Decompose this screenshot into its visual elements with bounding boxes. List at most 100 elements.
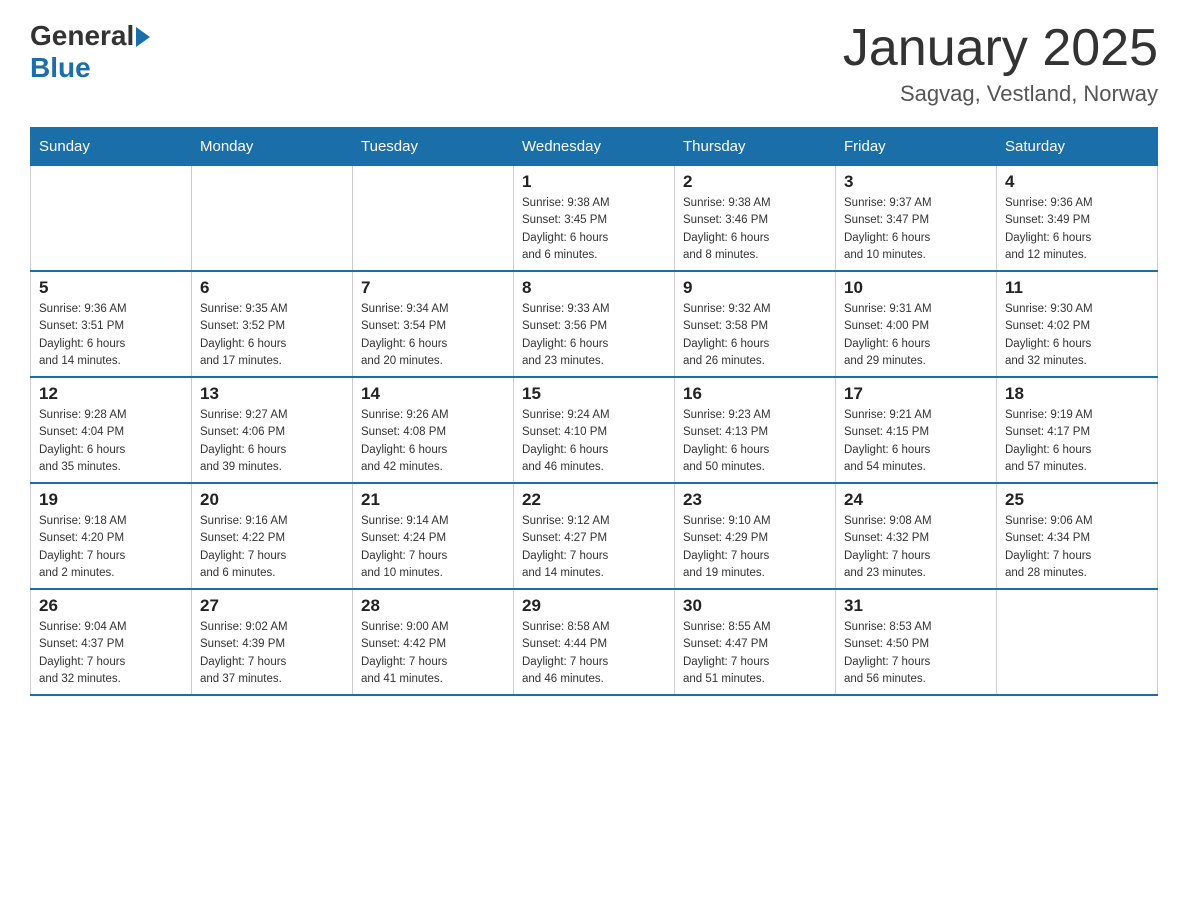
day-number: 17 <box>844 384 988 404</box>
day-number: 29 <box>522 596 666 616</box>
calendar-day: 23 Sunrise: 9:10 AM Sunset: 4:29 PM Dayli… <box>675 483 836 589</box>
day-info: Sunrise: 9:23 AM Sunset: 4:13 PM Dayligh… <box>683 407 827 476</box>
logo-blue: Blue <box>30 52 150 84</box>
day-number: 18 <box>1005 384 1149 404</box>
calendar-day: 15 Sunrise: 9:24 AM Sunset: 4:10 PM Dayli… <box>514 377 675 483</box>
logo-arrow-icon <box>136 27 150 47</box>
day-number: 27 <box>200 596 344 616</box>
calendar-day: 24Sunrise: 9:08 AM Sunset: 4:32 PM Dayli… <box>836 483 997 589</box>
calendar-day: 4Sunrise: 9:36 AM Sunset: 3:49 PM Daylig… <box>997 166 1158 272</box>
location-subtitle: Sagvag, Vestland, Norway <box>843 81 1158 107</box>
day-info: Sunrise: 9:38 AM Sunset: 3:46 PM Dayligh… <box>683 195 827 264</box>
day-number: 12 <box>39 384 183 404</box>
day-number: 31 <box>844 596 988 616</box>
day-info: Sunrise: 9:26 AM Sunset: 4:08 PM Dayligh… <box>361 407 505 476</box>
day-number: 20 <box>200 490 344 510</box>
calendar-day <box>192 166 353 272</box>
calendar-day: 30 Sunrise: 8:55 AM Sunset: 4:47 PM Dayli… <box>675 589 836 695</box>
calendar-day: 5 Sunrise: 9:36 AM Sunset: 3:51 PM Daylig… <box>31 271 192 377</box>
calendar-day: 3 Sunrise: 9:37 AM Sunset: 3:47 PM Daylig… <box>836 166 997 272</box>
day-info: Sunrise: 8:58 AM Sunset: 4:44 PM Dayligh… <box>522 619 666 688</box>
day-info: Sunrise: 9:33 AM Sunset: 3:56 PM Dayligh… <box>522 301 666 370</box>
day-info: Sunrise: 9:10 AM Sunset: 4:29 PM Dayligh… <box>683 513 827 582</box>
day-number: 23 <box>683 490 827 510</box>
day-info: Sunrise: 9:18 AM Sunset: 4:20 PM Dayligh… <box>39 513 183 582</box>
calendar-week-1: 1 Sunrise: 9:38 AM Sunset: 3:45 PM Daylig… <box>31 166 1158 272</box>
calendar-day: 18 Sunrise: 9:19 AM Sunset: 4:17 PM Dayli… <box>997 377 1158 483</box>
day-info: Sunrise: 9:00 AM Sunset: 4:42 PM Dayligh… <box>361 619 505 688</box>
header-cell-thursday: Thursday <box>675 128 836 166</box>
calendar-day: 17 Sunrise: 9:21 AM Sunset: 4:15 PM Dayli… <box>836 377 997 483</box>
header-cell-wednesday: Wednesday <box>514 128 675 166</box>
logo: General Blue <box>30 20 150 84</box>
day-number: 25 <box>1005 490 1149 510</box>
calendar-day: 9Sunrise: 9:32 AM Sunset: 3:58 PM Daylig… <box>675 271 836 377</box>
day-number: 14 <box>361 384 505 404</box>
day-info: Sunrise: 9:12 AM Sunset: 4:27 PM Dayligh… <box>522 513 666 582</box>
calendar-day: 1 Sunrise: 9:38 AM Sunset: 3:45 PM Daylig… <box>514 166 675 272</box>
day-info: Sunrise: 9:36 AM Sunset: 3:51 PM Dayligh… <box>39 301 183 370</box>
title-block: January 2025 Sagvag, Vestland, Norway <box>843 20 1158 107</box>
day-number: 11 <box>1005 278 1149 298</box>
day-number: 19 <box>39 490 183 510</box>
header-cell-sunday: Sunday <box>31 128 192 166</box>
day-number: 3 <box>844 172 988 192</box>
calendar-day: 29 Sunrise: 8:58 AM Sunset: 4:44 PM Dayli… <box>514 589 675 695</box>
calendar-day: 10 Sunrise: 9:31 AM Sunset: 4:00 PM Dayli… <box>836 271 997 377</box>
calendar-day: 8 Sunrise: 9:33 AM Sunset: 3:56 PM Daylig… <box>514 271 675 377</box>
calendar-day: 22Sunrise: 9:12 AM Sunset: 4:27 PM Dayli… <box>514 483 675 589</box>
calendar-day: 7 Sunrise: 9:34 AM Sunset: 3:54 PM Daylig… <box>353 271 514 377</box>
calendar-day: 11Sunrise: 9:30 AM Sunset: 4:02 PM Dayli… <box>997 271 1158 377</box>
day-info: Sunrise: 9:34 AM Sunset: 3:54 PM Dayligh… <box>361 301 505 370</box>
day-info: Sunrise: 8:55 AM Sunset: 4:47 PM Dayligh… <box>683 619 827 688</box>
calendar-day: 16 Sunrise: 9:23 AM Sunset: 4:13 PM Dayli… <box>675 377 836 483</box>
calendar-day: 21Sunrise: 9:14 AM Sunset: 4:24 PM Dayli… <box>353 483 514 589</box>
calendar-day: 26 Sunrise: 9:04 AM Sunset: 4:37 PM Dayli… <box>31 589 192 695</box>
day-number: 28 <box>361 596 505 616</box>
header-cell-friday: Friday <box>836 128 997 166</box>
day-number: 16 <box>683 384 827 404</box>
day-number: 10 <box>844 278 988 298</box>
month-title: January 2025 <box>843 20 1158 77</box>
day-info: Sunrise: 9:14 AM Sunset: 4:24 PM Dayligh… <box>361 513 505 582</box>
day-number: 26 <box>39 596 183 616</box>
day-info: Sunrise: 9:36 AM Sunset: 3:49 PM Dayligh… <box>1005 195 1149 264</box>
day-number: 8 <box>522 278 666 298</box>
calendar-week-2: 5 Sunrise: 9:36 AM Sunset: 3:51 PM Daylig… <box>31 271 1158 377</box>
calendar-day: 20 Sunrise: 9:16 AM Sunset: 4:22 PM Dayli… <box>192 483 353 589</box>
day-info: Sunrise: 9:31 AM Sunset: 4:00 PM Dayligh… <box>844 301 988 370</box>
day-info: Sunrise: 9:19 AM Sunset: 4:17 PM Dayligh… <box>1005 407 1149 476</box>
day-info: Sunrise: 8:53 AM Sunset: 4:50 PM Dayligh… <box>844 619 988 688</box>
calendar-day: 12Sunrise: 9:28 AM Sunset: 4:04 PM Dayli… <box>31 377 192 483</box>
day-info: Sunrise: 9:24 AM Sunset: 4:10 PM Dayligh… <box>522 407 666 476</box>
page-header: General Blue January 2025 Sagvag, Vestla… <box>30 20 1158 107</box>
header-cell-monday: Monday <box>192 128 353 166</box>
calendar-day: 28 Sunrise: 9:00 AM Sunset: 4:42 PM Dayli… <box>353 589 514 695</box>
day-info: Sunrise: 9:04 AM Sunset: 4:37 PM Dayligh… <box>39 619 183 688</box>
day-info: Sunrise: 9:37 AM Sunset: 3:47 PM Dayligh… <box>844 195 988 264</box>
day-number: 30 <box>683 596 827 616</box>
calendar-body: 1 Sunrise: 9:38 AM Sunset: 3:45 PM Daylig… <box>31 166 1158 696</box>
day-info: Sunrise: 9:21 AM Sunset: 4:15 PM Dayligh… <box>844 407 988 476</box>
day-number: 5 <box>39 278 183 298</box>
header-cell-tuesday: Tuesday <box>353 128 514 166</box>
day-number: 7 <box>361 278 505 298</box>
day-number: 13 <box>200 384 344 404</box>
calendar-day: 31 Sunrise: 8:53 AM Sunset: 4:50 PM Dayli… <box>836 589 997 695</box>
day-info: Sunrise: 9:16 AM Sunset: 4:22 PM Dayligh… <box>200 513 344 582</box>
header-cell-saturday: Saturday <box>997 128 1158 166</box>
calendar-day: 2Sunrise: 9:38 AM Sunset: 3:46 PM Daylig… <box>675 166 836 272</box>
calendar-day: 27 Sunrise: 9:02 AM Sunset: 4:39 PM Dayli… <box>192 589 353 695</box>
day-number: 1 <box>522 172 666 192</box>
calendar-day: 13Sunrise: 9:27 AM Sunset: 4:06 PM Dayli… <box>192 377 353 483</box>
calendar-week-4: 19 Sunrise: 9:18 AM Sunset: 4:20 PM Dayli… <box>31 483 1158 589</box>
day-number: 15 <box>522 384 666 404</box>
day-info: Sunrise: 9:38 AM Sunset: 3:45 PM Dayligh… <box>522 195 666 264</box>
header-row: SundayMondayTuesdayWednesdayThursdayFrid… <box>31 128 1158 166</box>
calendar-day <box>31 166 192 272</box>
calendar-table: SundayMondayTuesdayWednesdayThursdayFrid… <box>30 127 1158 696</box>
day-info: Sunrise: 9:06 AM Sunset: 4:34 PM Dayligh… <box>1005 513 1149 582</box>
day-info: Sunrise: 9:08 AM Sunset: 4:32 PM Dayligh… <box>844 513 988 582</box>
day-info: Sunrise: 9:02 AM Sunset: 4:39 PM Dayligh… <box>200 619 344 688</box>
day-info: Sunrise: 9:35 AM Sunset: 3:52 PM Dayligh… <box>200 301 344 370</box>
